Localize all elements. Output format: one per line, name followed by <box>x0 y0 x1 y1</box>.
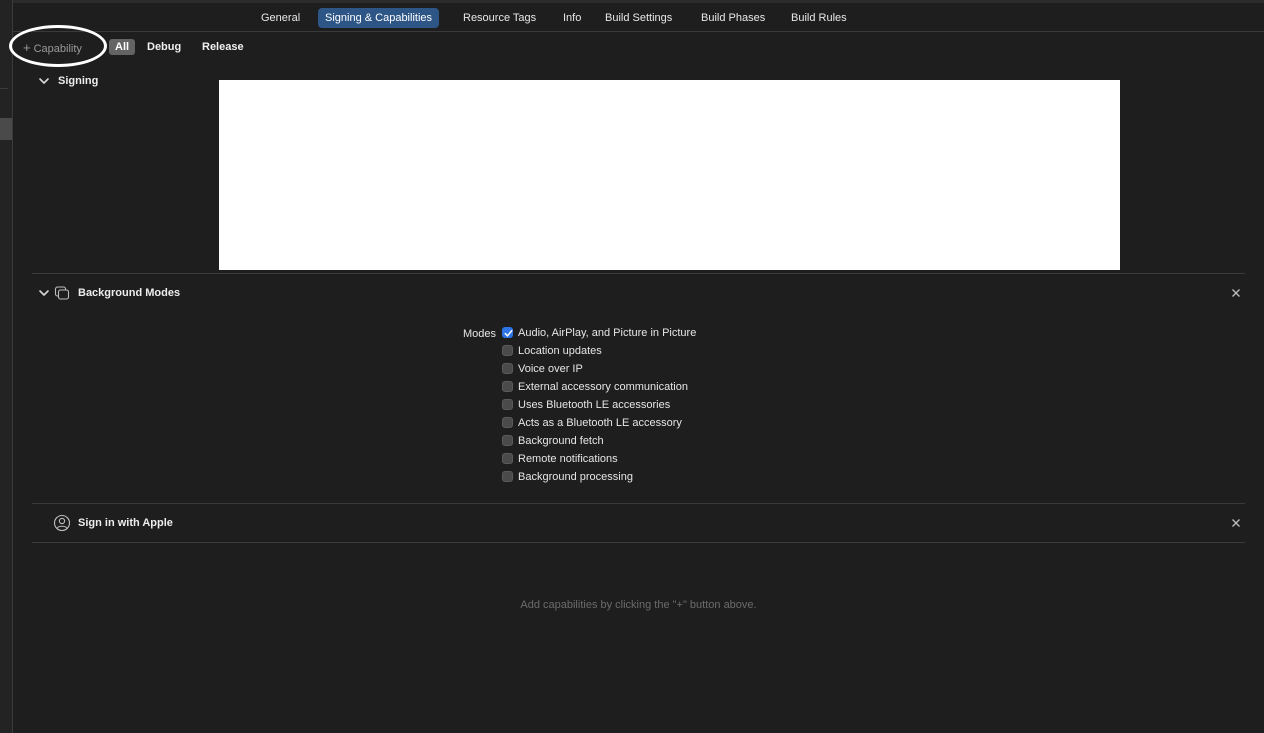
gutter-tick <box>0 88 8 89</box>
mode-label: Audio, AirPlay, and Picture in Picture <box>518 327 697 339</box>
close-icon[interactable] <box>1231 288 1241 298</box>
close-icon[interactable] <box>1231 518 1241 528</box>
tab-info[interactable]: Info <box>556 8 588 28</box>
add-capability-button[interactable]: + Capability <box>23 40 82 56</box>
tab-build-rules[interactable]: Build Rules <box>784 8 854 28</box>
checkbox[interactable] <box>502 452 513 464</box>
checkbox[interactable] <box>502 344 513 356</box>
tab-general[interactable]: General <box>254 8 307 28</box>
person-circle-icon <box>53 514 71 532</box>
add-capability-label: Capability <box>33 43 82 55</box>
section-divider <box>32 542 1245 543</box>
mode-label: Background processing <box>518 471 633 483</box>
left-gutter <box>0 0 13 733</box>
checkbox[interactable] <box>502 434 513 446</box>
capabilities-toolbar: + Capability All Debug Release <box>9 25 1264 67</box>
checkbox[interactable] <box>502 416 513 428</box>
modes-label: Modes <box>462 328 496 340</box>
plus-icon: + <box>23 40 31 55</box>
mode-voice-over-ip[interactable]: Voice over IP <box>502 362 583 376</box>
mode-uses-bluetooth-le[interactable]: Uses Bluetooth LE accessories <box>502 398 670 412</box>
mode-external-accessory[interactable]: External accessory communication <box>502 380 688 394</box>
mode-background-processing[interactable]: Background processing <box>502 470 633 484</box>
mode-acts-as-bluetooth-le[interactable]: Acts as a Bluetooth LE accessory <box>502 416 682 430</box>
chevron-down-icon[interactable] <box>38 75 50 87</box>
mode-label: Background fetch <box>518 435 604 447</box>
signing-content-panel <box>219 80 1120 270</box>
tab-build-settings[interactable]: Build Settings <box>598 8 679 28</box>
filter-all[interactable]: All <box>109 39 136 55</box>
tab-signing-capabilities[interactable]: Signing & Capabilities <box>318 8 440 28</box>
mode-label: Acts as a Bluetooth LE accessory <box>518 417 682 429</box>
chevron-down-icon[interactable] <box>38 287 50 299</box>
mode-label: Location updates <box>518 345 602 357</box>
gutter-scroll-thumb[interactable] <box>0 118 12 140</box>
xcode-capabilities-window: General Signing & Capabilities Resource … <box>0 0 1264 733</box>
background-modes-icon <box>54 286 70 300</box>
section-divider <box>32 503 1245 504</box>
mode-label: Remote notifications <box>518 453 618 465</box>
checkbox[interactable] <box>502 380 513 392</box>
section-divider <box>32 273 1245 274</box>
checkbox[interactable] <box>502 362 513 374</box>
tab-build-phases[interactable]: Build Phases <box>694 8 772 28</box>
checkbox[interactable] <box>502 470 513 482</box>
mode-location-updates[interactable]: Location updates <box>502 344 602 358</box>
mode-audio-airplay-pip[interactable]: Audio, AirPlay, and Picture in Picture <box>502 326 696 340</box>
tab-resource-tags[interactable]: Resource Tags <box>456 8 543 28</box>
mode-label: Uses Bluetooth LE accessories <box>518 399 671 411</box>
editor-tab-bar: General Signing & Capabilities Resource … <box>13 3 1264 32</box>
background-modes-section-title: Background Modes <box>78 287 181 299</box>
sign-in-with-apple-section-title: Sign in with Apple <box>78 517 173 529</box>
checkbox[interactable] <box>502 398 513 410</box>
mode-label: Voice over IP <box>518 363 583 375</box>
mode-background-fetch[interactable]: Background fetch <box>502 434 604 448</box>
filter-release[interactable]: Release <box>196 39 250 55</box>
add-capabilities-hint: Add capabilities by clicking the "+" but… <box>520 599 757 611</box>
filter-debug[interactable]: Debug <box>141 39 187 55</box>
checkbox-checked[interactable] <box>502 326 513 338</box>
mode-remote-notifications[interactable]: Remote notifications <box>502 452 618 466</box>
signing-section-title: Signing <box>58 75 99 87</box>
mode-label: External accessory communication <box>518 381 688 393</box>
